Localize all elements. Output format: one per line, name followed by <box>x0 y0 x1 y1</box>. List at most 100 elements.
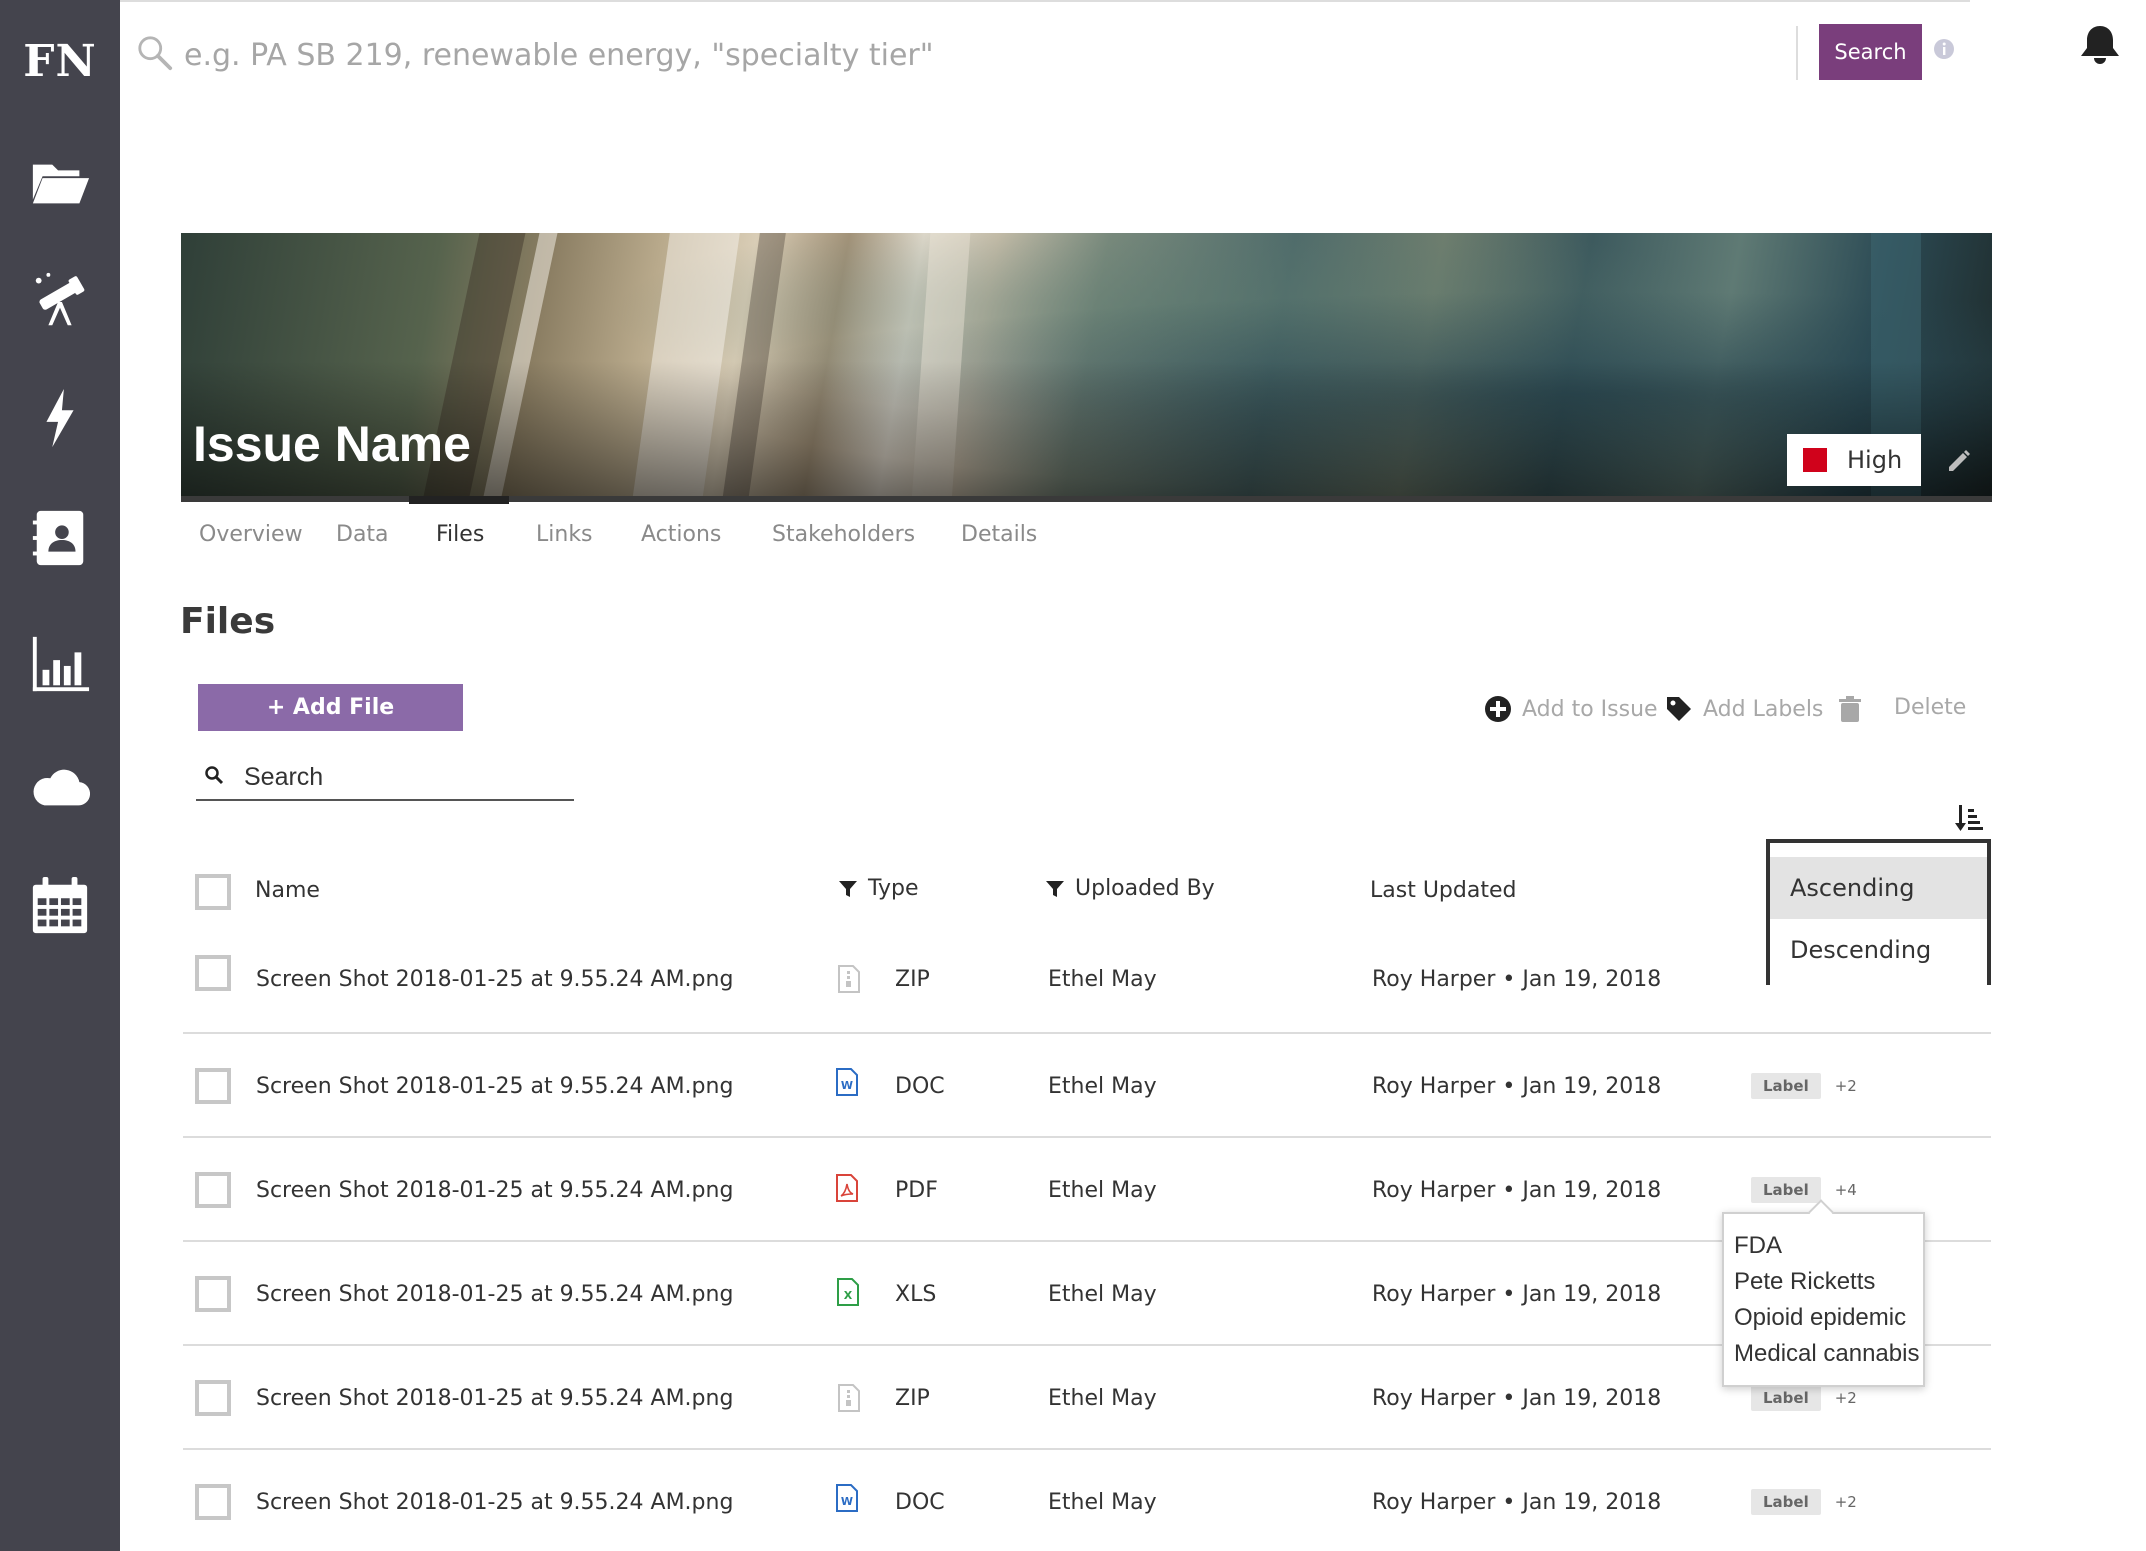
file-name[interactable]: Screen Shot 2018-01-25 at 9.55.24 AM.png <box>256 1242 733 1346</box>
add-labels-action[interactable]: Add Labels <box>1665 695 1823 723</box>
label-chip[interactable]: Label <box>1751 1177 1821 1203</box>
issue-title: Issue Name <box>193 416 471 472</box>
row-checkbox[interactable] <box>195 1484 231 1520</box>
tab-links[interactable]: Links <box>536 522 593 547</box>
calendar-icon <box>32 876 88 934</box>
last-updated: Roy Harper • Jan 19, 2018 <box>1372 966 1662 992</box>
word-file-icon: W <box>836 1068 858 1096</box>
uploaded-by: Ethel May <box>1048 1385 1157 1411</box>
table-row[interactable]: Screen Shot 2018-01-25 at 9.55.24 AM.png… <box>183 1346 1991 1450</box>
sort-descending-option[interactable]: Descending <box>1770 919 1987 981</box>
pdf-file-icon <box>836 1174 858 1202</box>
uploaded-by: Ethel May <box>1048 1177 1157 1203</box>
folder-open-icon <box>32 164 90 204</box>
file-name[interactable]: Screen Shot 2018-01-25 at 9.55.24 AM.png <box>256 1346 733 1450</box>
delete-icon-button[interactable] <box>1836 695 1874 723</box>
tab-stakeholders[interactable]: Stakeholders <box>772 522 915 547</box>
column-uploaded-by[interactable]: Uploaded By <box>1045 876 1215 901</box>
issue-tabs: Overview Data Files Links Actions Stakeh… <box>181 510 1481 566</box>
active-tab-indicator <box>409 496 509 504</box>
bell-icon[interactable] <box>2077 24 2123 66</box>
file-name[interactable]: Screen Shot 2018-01-25 at 9.55.24 AM.png <box>256 1034 733 1138</box>
pencil-icon[interactable] <box>1945 447 1973 475</box>
nav-research[interactable] <box>26 266 94 334</box>
table-header: Name Type Uploaded By Last Updated <box>183 860 1991 920</box>
global-search-input[interactable] <box>184 30 1764 80</box>
svg-text:W: W <box>841 1079 853 1092</box>
tooltip-label-item: FDA <box>1734 1232 1782 1259</box>
row-checkbox[interactable] <box>195 1068 231 1104</box>
column-last-updated[interactable]: Last Updated <box>1370 878 1516 903</box>
table-row[interactable]: Screen Shot 2018-01-25 at 9.55.24 AM.png… <box>183 1450 1991 1551</box>
label-more-count[interactable]: +4 <box>1835 1181 1857 1199</box>
files-search-input[interactable] <box>244 759 564 795</box>
select-all-checkbox[interactable] <box>195 874 231 910</box>
file-name[interactable]: Screen Shot 2018-01-25 at 9.55.24 AM.png <box>256 1138 733 1242</box>
column-name-label: Name <box>255 878 320 903</box>
table-row[interactable]: Screen Shot 2018-01-25 at 9.55.24 AM.png… <box>183 1242 1991 1346</box>
table-row[interactable]: Screen Shot 2018-01-25 at 9.55.24 AM.png… <box>183 937 1991 1034</box>
uploaded-by: Ethel May <box>1048 1489 1157 1515</box>
telescope-icon <box>35 272 85 326</box>
tab-data[interactable]: Data <box>336 522 389 547</box>
column-type[interactable]: Type <box>838 876 919 901</box>
cloud-icon <box>33 769 91 806</box>
tooltip-label-item: Opioid epidemic <box>1734 1304 1907 1331</box>
nav-calendar[interactable] <box>26 872 94 940</box>
row-checkbox[interactable] <box>195 955 231 991</box>
nav-reports[interactable] <box>26 630 94 698</box>
row-checkbox[interactable] <box>195 1380 231 1416</box>
tooltip-label-item: Pete Ricketts <box>1734 1268 1876 1295</box>
column-uploaded-by-label: Uploaded By <box>1075 876 1215 901</box>
search-button[interactable]: Search <box>1819 24 1922 80</box>
row-checkbox[interactable] <box>195 1172 231 1208</box>
tooltip-label-item: Medical cannabis <box>1734 1340 1920 1367</box>
tab-details[interactable]: Details <box>961 522 1037 547</box>
delete-action[interactable]: Delete <box>1894 695 1966 720</box>
nav-cloud[interactable] <box>26 752 94 820</box>
excel-file-icon: X <box>837 1278 859 1306</box>
file-type: DOC <box>895 1489 945 1515</box>
contacts-book-icon <box>32 510 84 566</box>
filter-icon <box>839 880 857 897</box>
priority-badge[interactable]: High <box>1787 434 1921 486</box>
sort-ascending-option[interactable]: Ascending <box>1770 857 1987 919</box>
uploaded-by: Ethel May <box>1048 966 1157 992</box>
column-name[interactable]: Name <box>255 878 320 903</box>
svg-text:W: W <box>841 1495 853 1508</box>
sort-icon[interactable] <box>1955 803 1983 833</box>
file-name[interactable]: Screen Shot 2018-01-25 at 9.55.24 AM.png <box>256 1450 733 1551</box>
add-to-issue-action[interactable]: Add to Issue <box>1484 695 1658 723</box>
row-checkbox[interactable] <box>195 1276 231 1312</box>
tag-icon <box>1667 697 1691 721</box>
label-chip[interactable]: Label <box>1751 1073 1821 1099</box>
table-row[interactable]: Screen Shot 2018-01-25 at 9.55.24 AM.png… <box>183 1034 1991 1138</box>
file-type: ZIP <box>895 966 930 992</box>
file-type: DOC <box>895 1073 945 1099</box>
labels-cell: Label +2 <box>1751 1034 1857 1138</box>
nav-contacts[interactable] <box>26 504 94 572</box>
tab-actions[interactable]: Actions <box>641 522 721 547</box>
app-logo[interactable]: FN <box>0 36 120 87</box>
label-more-count[interactable]: +2 <box>1835 1493 1857 1511</box>
labels-tooltip: FDA Pete Ricketts Opioid epidemic Medica… <box>1722 1212 1925 1387</box>
last-updated: Roy Harper • Jan 19, 2018 <box>1372 1281 1662 1307</box>
word-file-icon: W <box>836 1484 858 1512</box>
info-icon[interactable] <box>1933 38 1955 60</box>
file-name[interactable]: Screen Shot 2018-01-25 at 9.55.24 AM.png <box>256 937 733 1021</box>
column-type-label: Type <box>868 876 919 901</box>
add-file-button[interactable]: + Add File <box>198 684 463 731</box>
tab-overview[interactable]: Overview <box>199 522 303 547</box>
last-updated: Roy Harper • Jan 19, 2018 <box>1372 1073 1662 1099</box>
nav-files[interactable] <box>26 148 94 216</box>
label-chip[interactable]: Label <box>1751 1489 1821 1515</box>
lightning-icon <box>46 388 74 448</box>
nav-actions[interactable] <box>26 384 94 452</box>
label-chip[interactable]: Label <box>1751 1385 1821 1411</box>
file-type: ZIP <box>895 1385 930 1411</box>
table-row[interactable]: Screen Shot 2018-01-25 at 9.55.24 AM.png… <box>183 1138 1991 1242</box>
add-labels-label: Add Labels <box>1703 696 1824 722</box>
label-more-count[interactable]: +2 <box>1835 1389 1857 1407</box>
tab-files[interactable]: Files <box>436 522 484 547</box>
label-more-count[interactable]: +2 <box>1835 1077 1857 1095</box>
